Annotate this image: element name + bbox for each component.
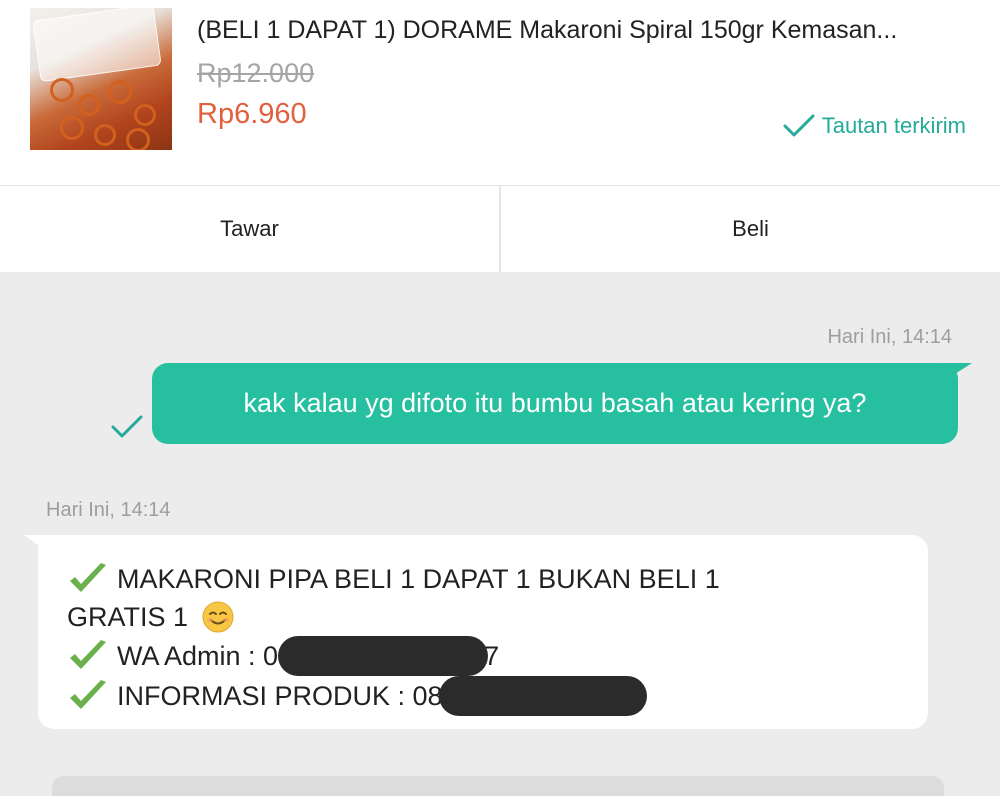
product-image-detail [94, 124, 116, 146]
next-message-bubble-partial [52, 776, 944, 796]
current-price: Rp6.960 [197, 98, 307, 130]
buy-button[interactable]: Beli [501, 186, 1000, 272]
product-image-detail [126, 128, 150, 150]
product-image-lid [32, 8, 162, 83]
message-line-text: INFORMASI PRODUK : 08 [117, 681, 443, 711]
product-title[interactable]: (BELI 1 DAPAT 1) DORAME Makaroni Spiral … [197, 16, 957, 45]
product-thumbnail[interactable] [30, 8, 172, 150]
message-line: MAKARONI PIPA BELI 1 DAPAT 1 BUKAN BELI … [67, 560, 720, 598]
product-image-detail [50, 78, 74, 102]
link-sent-label: Tautan terkirim [821, 113, 966, 138]
heavy-check-mark-icon [67, 562, 109, 596]
incoming-timestamp: Hari Ini, 14:14 [46, 499, 171, 521]
message-line: WA Admin : 0 7 [67, 636, 720, 676]
message-line-text: 7 [484, 641, 500, 671]
checkmark-sent-icon [110, 414, 144, 445]
original-price: Rp12.000 [197, 58, 315, 88]
link-sent-status: Tautan terkirim [782, 113, 966, 139]
product-image-detail [78, 94, 100, 116]
product-image-detail [108, 80, 132, 104]
checkmark-icon [782, 113, 816, 139]
outgoing-timestamp: Hari Ini, 14:14 [827, 326, 952, 348]
outgoing-message-text: kak kalau yg difoto itu bumbu basah atau… [243, 388, 867, 418]
message-line-text: GRATIS 1 [67, 602, 189, 632]
redaction-bar [278, 636, 489, 676]
heavy-check-mark-icon [67, 679, 109, 713]
message-line: GRATIS 1 [67, 598, 720, 636]
redaction-bar [438, 676, 647, 716]
message-line: INFORMASI PRODUK : 08 [67, 676, 720, 716]
product-card[interactable]: (BELI 1 DAPAT 1) DORAME Makaroni Spiral … [0, 0, 1000, 186]
smiling-face-icon [202, 601, 234, 633]
message-line-text: WA Admin : 0 [117, 641, 279, 671]
incoming-message-content: MAKARONI PIPA BELI 1 DAPAT 1 BUKAN BELI … [67, 560, 720, 716]
message-line-text: MAKARONI PIPA BELI 1 DAPAT 1 BUKAN BELI … [117, 564, 720, 594]
product-actions: Tawar Beli [0, 186, 1000, 272]
offer-button[interactable]: Tawar [0, 186, 499, 272]
outgoing-message-bubble[interactable]: kak kalau yg difoto itu bumbu basah atau… [152, 363, 958, 444]
heavy-check-mark-icon [67, 639, 109, 673]
product-image-detail [134, 104, 156, 126]
product-image-detail [60, 116, 84, 140]
